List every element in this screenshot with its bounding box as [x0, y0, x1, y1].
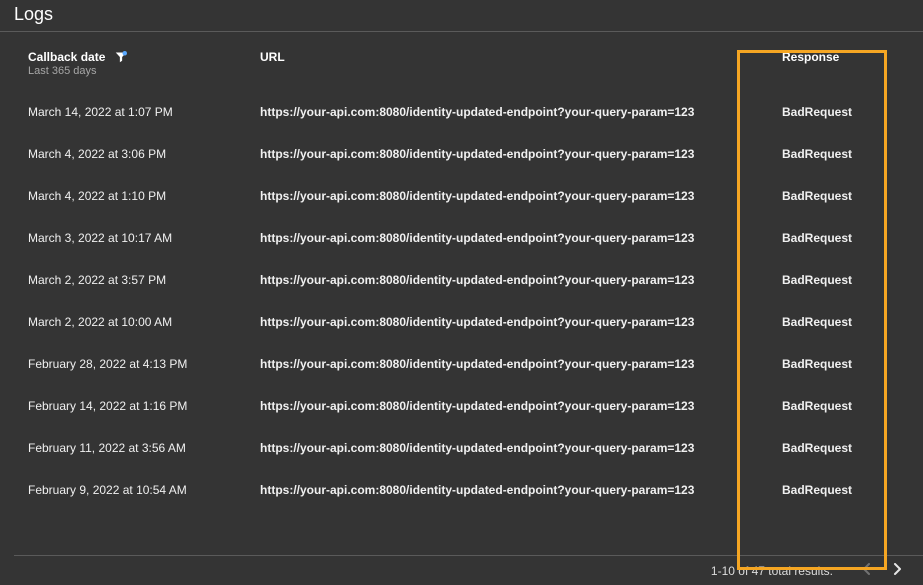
page-title: Logs	[0, 0, 923, 31]
column-header-response[interactable]: Response	[782, 50, 839, 64]
cell-url: https://your-api.com:8080/identity-updat…	[260, 133, 740, 175]
table-row[interactable]: February 28, 2022 at 4:13 PMhttps://your…	[14, 343, 909, 385]
results-range: 1-10 of 47 total results.	[711, 564, 833, 578]
table-row[interactable]: March 4, 2022 at 1:10 PMhttps://your-api…	[14, 175, 909, 217]
cell-response: BadRequest	[740, 259, 909, 301]
table-row[interactable]: March 3, 2022 at 10:17 AMhttps://your-ap…	[14, 217, 909, 259]
column-header-url[interactable]: URL	[260, 50, 285, 64]
cell-callback-date: March 2, 2022 at 10:00 AM	[14, 301, 260, 343]
cell-response: BadRequest	[740, 175, 909, 217]
cell-callback-date: February 9, 2022 at 10:54 AM	[14, 469, 260, 511]
cell-url: https://your-api.com:8080/identity-updat…	[260, 427, 740, 469]
table-footer: 1-10 of 47 total results.	[14, 555, 923, 585]
cell-url: https://your-api.com:8080/identity-updat…	[260, 301, 740, 343]
cell-callback-date: February 11, 2022 at 3:56 AM	[14, 427, 260, 469]
table-row[interactable]: February 9, 2022 at 10:54 AMhttps://your…	[14, 469, 909, 511]
chevron-right-icon	[892, 562, 902, 580]
prev-page-button[interactable]	[855, 559, 879, 583]
cell-response: BadRequest	[740, 301, 909, 343]
cell-callback-date: March 14, 2022 at 1:07 PM	[14, 91, 260, 133]
cell-url: https://your-api.com:8080/identity-updat…	[260, 217, 740, 259]
cell-response: BadRequest	[740, 427, 909, 469]
cell-callback-date: March 3, 2022 at 10:17 AM	[14, 217, 260, 259]
cell-url: https://your-api.com:8080/identity-updat…	[260, 175, 740, 217]
logs-table: Callback date Last 365 days URL	[14, 50, 909, 511]
cell-url: https://your-api.com:8080/identity-updat…	[260, 385, 740, 427]
table-row[interactable]: March 2, 2022 at 10:00 AMhttps://your-ap…	[14, 301, 909, 343]
cell-callback-date: February 14, 2022 at 1:16 PM	[14, 385, 260, 427]
cell-response: BadRequest	[740, 469, 909, 511]
chevron-left-icon	[862, 562, 872, 580]
cell-callback-date: March 4, 2022 at 3:06 PM	[14, 133, 260, 175]
column-header-date[interactable]: Callback date	[28, 50, 105, 64]
cell-url: https://your-api.com:8080/identity-updat…	[260, 259, 740, 301]
cell-url: https://your-api.com:8080/identity-updat…	[260, 91, 740, 133]
cell-response: BadRequest	[740, 385, 909, 427]
table-row[interactable]: March 14, 2022 at 1:07 PMhttps://your-ap…	[14, 91, 909, 133]
date-filter-label: Last 365 days	[28, 64, 260, 89]
logs-table-area: Callback date Last 365 days URL	[0, 32, 923, 511]
cell-response: BadRequest	[740, 133, 909, 175]
table-row[interactable]: February 14, 2022 at 1:16 PMhttps://your…	[14, 385, 909, 427]
cell-callback-date: March 2, 2022 at 3:57 PM	[14, 259, 260, 301]
cell-url: https://your-api.com:8080/identity-updat…	[260, 469, 740, 511]
cell-callback-date: February 28, 2022 at 4:13 PM	[14, 343, 260, 385]
table-row[interactable]: February 11, 2022 at 3:56 AMhttps://your…	[14, 427, 909, 469]
table-row[interactable]: March 4, 2022 at 3:06 PMhttps://your-api…	[14, 133, 909, 175]
filter-icon[interactable]	[115, 50, 127, 64]
cell-response: BadRequest	[740, 343, 909, 385]
cell-callback-date: March 4, 2022 at 1:10 PM	[14, 175, 260, 217]
cell-response: BadRequest	[740, 91, 909, 133]
table-row[interactable]: March 2, 2022 at 3:57 PMhttps://your-api…	[14, 259, 909, 301]
cell-url: https://your-api.com:8080/identity-updat…	[260, 343, 740, 385]
next-page-button[interactable]	[885, 559, 909, 583]
cell-response: BadRequest	[740, 217, 909, 259]
